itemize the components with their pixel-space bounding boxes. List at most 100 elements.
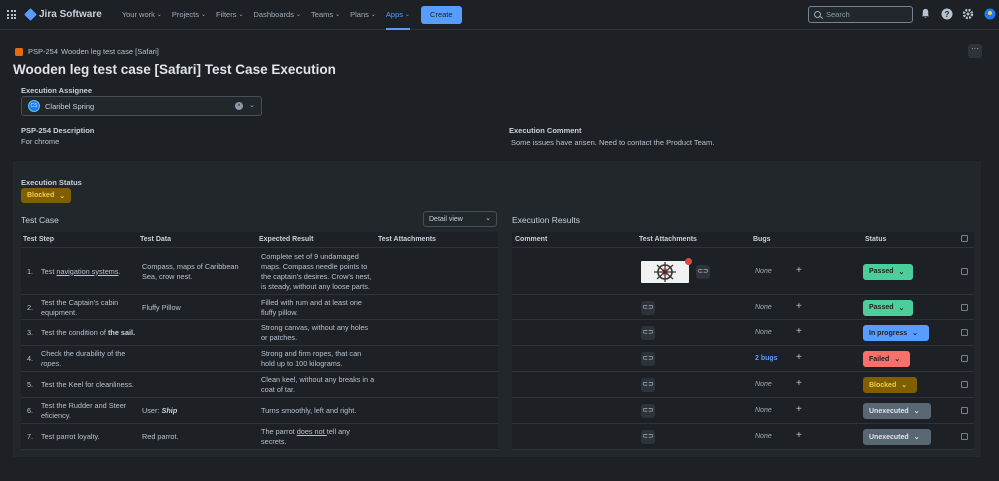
comment-label: Execution Comment bbox=[509, 126, 582, 135]
test-step-text: Test the condition of the sail. bbox=[41, 328, 135, 338]
test-step-emphasis: the sail. bbox=[107, 328, 136, 337]
product-logo[interactable]: Jira Software bbox=[24, 8, 102, 21]
row-checkbox[interactable] bbox=[961, 433, 968, 440]
status-dropdown[interactable]: Passed ⌄ bbox=[863, 299, 913, 316]
bugs-link[interactable]: 2 bugs bbox=[755, 355, 778, 362]
description-value: For chrome bbox=[21, 137, 60, 146]
breadcrumb[interactable]: PSP-254 Wooden leg test case [Safari] bbox=[15, 47, 159, 56]
add-bug-icon[interactable]: + bbox=[796, 301, 802, 312]
view-select[interactable]: Detail view ⌄ bbox=[423, 211, 497, 227]
step-number: 3. bbox=[27, 328, 34, 337]
chevron-down-icon: ⌄ bbox=[898, 304, 905, 312]
test-step-text: Test the Rudder and Steer eficiency. bbox=[41, 401, 137, 421]
test-data bbox=[142, 346, 252, 372]
status-label: Passed bbox=[869, 304, 894, 311]
attach-icon[interactable]: ⊂⊃ bbox=[641, 404, 655, 418]
test-data-text: Red parrot. bbox=[142, 432, 179, 441]
add-bug-icon[interactable]: + bbox=[796, 378, 802, 389]
bugs-none: None bbox=[755, 303, 772, 311]
status-dropdown[interactable]: Passed ⌄ bbox=[863, 263, 913, 280]
more-actions-button[interactable]: ··· bbox=[968, 44, 982, 58]
execution-status-label: Execution Status bbox=[21, 178, 82, 187]
add-bug-icon[interactable]: + bbox=[796, 265, 802, 276]
status-label: Unexecuted bbox=[869, 433, 909, 441]
expected-result: Turns smoothly, left and right. bbox=[261, 398, 376, 424]
test-step: Test the Keel for cleanliness. bbox=[41, 372, 137, 398]
expected-result: Filled with rum and at least one fluffy … bbox=[261, 295, 376, 320]
attach-icon[interactable]: ⊂⊃ bbox=[641, 300, 655, 315]
add-bug-icon[interactable]: + bbox=[796, 430, 802, 441]
chevron-down-icon: ⌄ bbox=[335, 12, 341, 18]
status-dropdown[interactable]: In progress ⌄ bbox=[863, 325, 929, 341]
table-row: 1. Test navigation systems. Compass, maps … bbox=[21, 248, 498, 295]
create-button[interactable]: Create bbox=[421, 5, 462, 24]
attachment-thumbnail[interactable] bbox=[641, 260, 689, 283]
status-dropdown[interactable]: Blocked ⌄ bbox=[863, 377, 917, 393]
row-checkbox[interactable] bbox=[961, 381, 968, 388]
chevron-down-icon: ⌄ bbox=[913, 434, 920, 441]
row-checkbox[interactable] bbox=[961, 329, 968, 336]
chevron-down-icon: ⌄ bbox=[370, 12, 376, 18]
test-step-text: Check the durability of the ropes. bbox=[41, 349, 137, 369]
table-row: ⊂⊃ None + Passed ⌄ bbox=[512, 295, 974, 320]
add-bug-icon[interactable]: + bbox=[796, 404, 802, 415]
chevron-down-icon[interactable]: ⌄ bbox=[249, 101, 255, 109]
step-number: 1. bbox=[27, 266, 34, 276]
status-label: Unexecuted bbox=[869, 407, 909, 415]
execution-results-table: Comment Test Attachments Bugs Status ⊂⊃ N… bbox=[512, 232, 974, 450]
settings-gear-icon[interactable] bbox=[961, 8, 974, 21]
test-step-pre: Test bbox=[41, 266, 57, 276]
test-step-text: Test navigation systems. bbox=[41, 267, 121, 277]
attach-icon[interactable]: ⊂⊃ bbox=[641, 352, 655, 366]
nav-item-teams[interactable]: Teams ⌄ bbox=[306, 0, 345, 30]
step-number: 6. bbox=[27, 406, 34, 415]
attach-icon[interactable]: ⊂⊃ bbox=[696, 264, 710, 279]
nav-item-your-work[interactable]: Your work ⌄ bbox=[117, 0, 167, 30]
jira-logo-icon bbox=[24, 8, 37, 21]
assignee-label: Execution Assignee bbox=[21, 86, 92, 95]
row-checkbox[interactable] bbox=[961, 303, 968, 311]
add-bug-icon[interactable]: + bbox=[796, 326, 802, 337]
remove-attachment-icon[interactable] bbox=[685, 257, 692, 265]
app-switcher-icon[interactable] bbox=[7, 10, 16, 19]
chevron-down-icon: ⌄ bbox=[894, 356, 901, 363]
execution-status-button[interactable]: Blocked ⌄ bbox=[21, 188, 72, 203]
column-header-result-attachments: Test Attachments bbox=[639, 236, 697, 243]
view-select-value: Detail view bbox=[429, 215, 463, 223]
expected-result-text: The parrot does not tell any secrets. bbox=[261, 427, 376, 447]
row-checkbox[interactable] bbox=[961, 407, 968, 414]
status-dropdown[interactable]: Unexecuted ⌄ bbox=[863, 403, 931, 419]
chevron-down-icon: ⌄ bbox=[59, 192, 66, 200]
profile-avatar-icon[interactable] bbox=[983, 8, 996, 21]
status-dropdown[interactable]: Unexecuted ⌄ bbox=[863, 429, 931, 445]
test-step-text: Test parrot loyalty. bbox=[41, 432, 100, 442]
status-dropdown[interactable]: Failed ⌄ bbox=[863, 351, 910, 367]
nav-item-plans[interactable]: Plans ⌄ bbox=[345, 0, 381, 30]
add-bug-icon[interactable]: + bbox=[796, 352, 802, 363]
search-input[interactable]: Search bbox=[808, 6, 913, 23]
test-step-post: . bbox=[118, 266, 121, 276]
assignee-select[interactable]: CS Claribel Spring × ⌄ bbox=[21, 96, 262, 116]
column-header-bugs: Bugs bbox=[753, 236, 771, 243]
table-row: ⊂⊃ None + In progress ⌄ bbox=[512, 320, 974, 346]
test-step-link[interactable]: navigation systems bbox=[56, 267, 118, 276]
chevron-down-icon: ⌄ bbox=[405, 12, 411, 18]
select-all-checkbox[interactable] bbox=[961, 235, 968, 242]
nav-item-filters[interactable]: Filters ⌄ bbox=[211, 0, 248, 30]
nav-item-dashboards[interactable]: Dashboards ⌄ bbox=[249, 0, 306, 30]
clear-icon[interactable]: × bbox=[235, 102, 243, 110]
attach-icon[interactable]: ⊂⊃ bbox=[641, 430, 655, 444]
notifications-icon[interactable] bbox=[919, 8, 932, 21]
attach-icon[interactable]: ⊂⊃ bbox=[641, 378, 655, 392]
attach-icon[interactable]: ⊂⊃ bbox=[641, 326, 655, 340]
column-header-status: Status bbox=[865, 236, 887, 243]
bugs-none: None bbox=[755, 433, 772, 440]
row-checkbox[interactable] bbox=[961, 267, 968, 275]
row-checkbox[interactable] bbox=[961, 355, 968, 362]
help-icon[interactable]: ? bbox=[940, 8, 953, 21]
table-row: ⊂⊃ 2 bugs + Failed ⌄ bbox=[512, 346, 974, 372]
nav-item-apps[interactable]: Apps ⌄ bbox=[381, 0, 415, 30]
test-case-icon bbox=[15, 47, 23, 56]
nav-item-projects[interactable]: Projects ⌄ bbox=[167, 0, 211, 30]
table-row: 2. Test the Captain's cabin equipment. Flu… bbox=[21, 295, 498, 320]
